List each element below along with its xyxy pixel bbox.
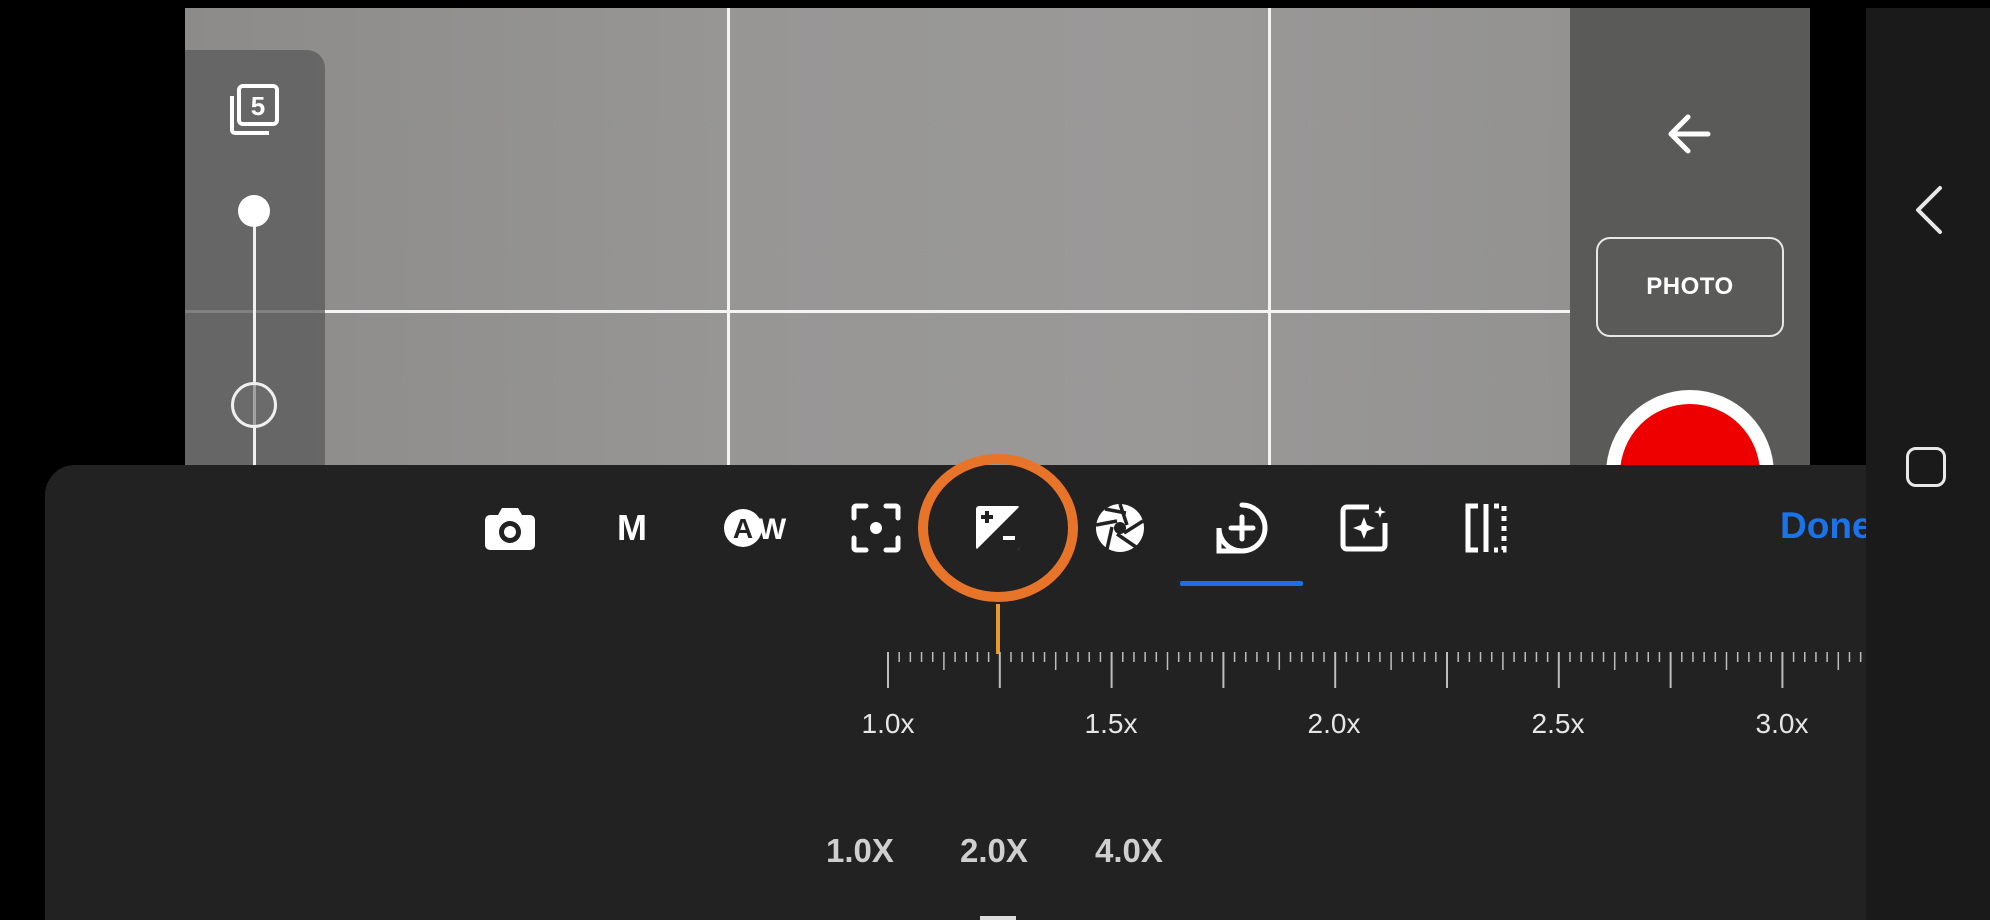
- grid-line-vertical: [727, 8, 730, 468]
- awb-letter-w: W: [758, 513, 787, 546]
- chevron-left-icon[interactable]: [1908, 182, 1948, 238]
- camera-viewfinder[interactable]: [185, 8, 1570, 468]
- zoom-label: 2.0x: [1307, 708, 1361, 739]
- focus-icon[interactable]: [846, 498, 906, 558]
- active-tab-indicator: [1180, 581, 1303, 586]
- zoom-label: 1.0x: [861, 708, 915, 739]
- awb-letter-a: A: [733, 513, 753, 544]
- zoom-preset-1x[interactable]: 1.0X: [826, 832, 894, 870]
- zoom-pointer: [996, 604, 1000, 654]
- zoom-preset-2x[interactable]: 2.0X: [960, 832, 1028, 870]
- effects-icon[interactable]: [1334, 498, 1394, 558]
- slider-knob[interactable]: [238, 195, 270, 227]
- grid-line-vertical: [1268, 8, 1271, 468]
- slider-ring[interactable]: [231, 382, 277, 428]
- manual-mode-button[interactable]: M: [602, 498, 662, 558]
- rounded-square-icon[interactable]: [1906, 447, 1946, 487]
- auto-white-balance-icon[interactable]: A W: [722, 498, 788, 558]
- mirror-icon[interactable]: [1456, 498, 1516, 558]
- left-control-panel: 5: [185, 50, 325, 472]
- zoom-label: 1.5x: [1084, 708, 1138, 739]
- zoom-label: 2.5x: [1531, 708, 1585, 739]
- burst-stack-icon[interactable]: 5: [225, 82, 283, 140]
- bottom-indicator: [980, 916, 1016, 920]
- slider-track[interactable]: [253, 212, 256, 472]
- zoom-preset-4x[interactable]: 4.0X: [1095, 832, 1163, 870]
- photo-mode-button[interactable]: PHOTO: [1596, 237, 1784, 337]
- burst-count: 5: [251, 91, 265, 121]
- zoom-icon[interactable]: [1212, 498, 1272, 558]
- zoom-label: 3.0x: [1755, 708, 1809, 739]
- grid-line-horizontal: [185, 310, 1570, 313]
- aperture-icon[interactable]: [1090, 498, 1150, 558]
- done-button[interactable]: Done: [1780, 505, 1870, 547]
- highlight-circle: [918, 454, 1078, 602]
- arrow-left-icon[interactable]: [1660, 105, 1718, 163]
- zoom-ruler[interactable]: [884, 650, 1950, 690]
- camera-icon[interactable]: [480, 498, 540, 558]
